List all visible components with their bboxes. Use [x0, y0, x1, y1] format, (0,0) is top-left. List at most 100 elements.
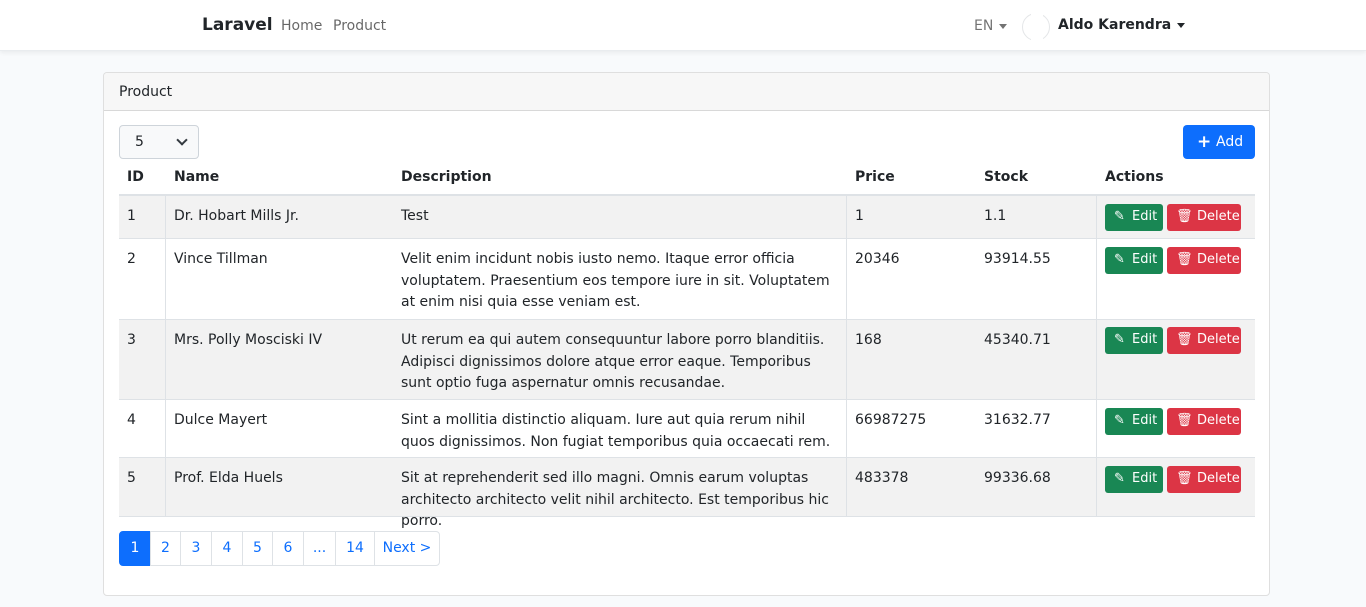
- edit-button[interactable]: ✎ Edit: [1105, 247, 1163, 274]
- column-divider: [165, 458, 166, 517]
- delete-button[interactable]: 🗑 Delete: [1167, 466, 1241, 493]
- column-divider: [1096, 239, 1097, 320]
- edit-button[interactable]: ✎ Edit: [1105, 408, 1163, 435]
- column-divider: [846, 196, 847, 239]
- page-link-4[interactable]: 4: [211, 531, 243, 566]
- cell-id: 3: [127, 332, 136, 348]
- pencil-icon: ✎: [1114, 209, 1125, 224]
- header-stock: Stock: [984, 169, 1029, 185]
- cell-price: 483378: [855, 470, 909, 486]
- product-card: Product 5 + Add ID Name Description Pric…: [103, 72, 1270, 596]
- page-link-1[interactable]: 1: [119, 531, 151, 566]
- column-divider: [165, 196, 166, 239]
- column-divider: [165, 320, 166, 400]
- per-page-select[interactable]: 5: [119, 125, 199, 159]
- cell-stock: 45340.71: [984, 332, 1051, 348]
- cell-name: Mrs. Polly Mosciski IV: [174, 332, 323, 348]
- nav-link-home[interactable]: Home: [281, 18, 322, 34]
- cell-id: 5: [127, 470, 136, 486]
- header-actions: Actions: [1105, 169, 1164, 185]
- column-divider: [1096, 320, 1097, 400]
- delete-button[interactable]: 🗑 Delete: [1167, 247, 1241, 274]
- pencil-icon: ✎: [1114, 471, 1125, 486]
- delete-button-label: Delete: [1197, 471, 1240, 486]
- user-name: Aldo Karendra: [1058, 17, 1172, 33]
- pencil-icon: ✎: [1114, 413, 1125, 428]
- header-price: Price: [855, 169, 895, 185]
- cell-description: Sit at reprehenderit sed illo magni. Omn…: [401, 470, 829, 529]
- add-button-label: Add: [1216, 134, 1244, 150]
- table-row: 4 Dulce Mayert Sint a mollitia distincti…: [119, 400, 1255, 458]
- table-row: 1 Dr. Hobart Mills Jr. Test 1 1.1 ✎ Edit …: [119, 196, 1255, 239]
- edit-button-label: Edit: [1132, 252, 1158, 267]
- edit-button-label: Edit: [1132, 413, 1158, 428]
- column-divider: [1096, 196, 1097, 239]
- column-divider: [846, 400, 847, 458]
- cell-stock: 93914.55: [984, 251, 1051, 267]
- page-link-6[interactable]: 6: [272, 531, 304, 566]
- language-dropdown[interactable]: EN: [974, 18, 1008, 34]
- page-link-14[interactable]: 14: [335, 531, 375, 566]
- user-dropdown[interactable]: Aldo Karendra: [1058, 17, 1186, 33]
- edit-button[interactable]: ✎ Edit: [1105, 466, 1163, 493]
- cell-name: Dulce Mayert: [174, 412, 268, 428]
- cell-stock: 31632.77: [984, 412, 1051, 428]
- pencil-icon: ✎: [1114, 252, 1125, 267]
- cell-id: 2: [127, 251, 136, 267]
- edit-button[interactable]: ✎ Edit: [1105, 204, 1163, 231]
- trash-icon: 🗑: [1176, 209, 1193, 224]
- delete-button[interactable]: 🗑 Delete: [1167, 327, 1241, 354]
- trash-icon: 🗑: [1176, 252, 1193, 267]
- edit-button-label: Edit: [1132, 332, 1158, 347]
- nav-link-product[interactable]: Product: [333, 18, 386, 34]
- cell-description: Test: [401, 208, 429, 224]
- column-divider: [1096, 400, 1097, 458]
- column-divider: [846, 320, 847, 400]
- table-row: 5 Prof. Elda Huels Sit at reprehenderit …: [119, 458, 1255, 529]
- column-divider: [165, 239, 166, 320]
- cell-stock: 99336.68: [984, 470, 1051, 486]
- header-id: ID: [127, 169, 144, 185]
- delete-button-label: Delete: [1197, 332, 1240, 347]
- trash-icon: 🗑: [1176, 471, 1193, 486]
- column-divider: [1096, 458, 1097, 517]
- cell-price: 66987275: [855, 412, 927, 428]
- trash-icon: 🗑: [1176, 413, 1193, 428]
- delete-button[interactable]: 🗑 Delete: [1167, 204, 1241, 231]
- avatar-mask: [1031, 13, 1043, 41]
- trash-icon: 🗑: [1176, 332, 1193, 347]
- card-title: Product: [119, 84, 173, 100]
- card-header: Product: [104, 73, 1269, 111]
- column-divider: [846, 239, 847, 320]
- cell-description: Ut rerum ea qui autem consequuntur labor…: [401, 332, 825, 391]
- cell-name: Vince Tillman: [174, 251, 268, 267]
- column-divider: [846, 458, 847, 517]
- delete-button-label: Delete: [1197, 209, 1240, 224]
- page-link-3[interactable]: 3: [180, 531, 212, 566]
- cell-name: Prof. Elda Huels: [174, 470, 283, 486]
- caret-down-icon: [1177, 22, 1186, 28]
- page-link-5[interactable]: 5: [242, 531, 273, 566]
- delete-button[interactable]: 🗑 Delete: [1167, 408, 1241, 435]
- header-description: Description: [401, 169, 492, 185]
- edit-button-label: Edit: [1132, 471, 1158, 486]
- page-link-2[interactable]: 2: [150, 531, 181, 566]
- caret-down-icon: [999, 23, 1008, 29]
- table-row: 2 Vince Tillman Velit enim incidunt nobi…: [119, 239, 1255, 320]
- delete-button-label: Delete: [1197, 413, 1240, 428]
- delete-button-label: Delete: [1197, 252, 1240, 267]
- language-label: EN: [974, 18, 994, 34]
- cell-description: Sint a mollitia distinctio aliquam. Iure…: [401, 412, 831, 450]
- cell-id: 4: [127, 412, 136, 428]
- cell-description: Velit enim incidunt nobis iusto nemo. It…: [401, 251, 830, 310]
- add-button[interactable]: + Add: [1183, 125, 1255, 159]
- edit-button[interactable]: ✎ Edit: [1105, 327, 1163, 354]
- chevron-down-icon: [176, 134, 188, 146]
- cell-id: 1: [127, 208, 136, 224]
- brand-logo[interactable]: Laravel: [202, 15, 273, 35]
- next-page-link[interactable]: Next >: [374, 531, 440, 566]
- pencil-icon: ✎: [1114, 332, 1125, 347]
- header-name: Name: [174, 169, 220, 185]
- column-divider: [165, 400, 166, 458]
- top-navbar: Laravel Home Product EN Aldo Karendra: [0, 0, 1366, 51]
